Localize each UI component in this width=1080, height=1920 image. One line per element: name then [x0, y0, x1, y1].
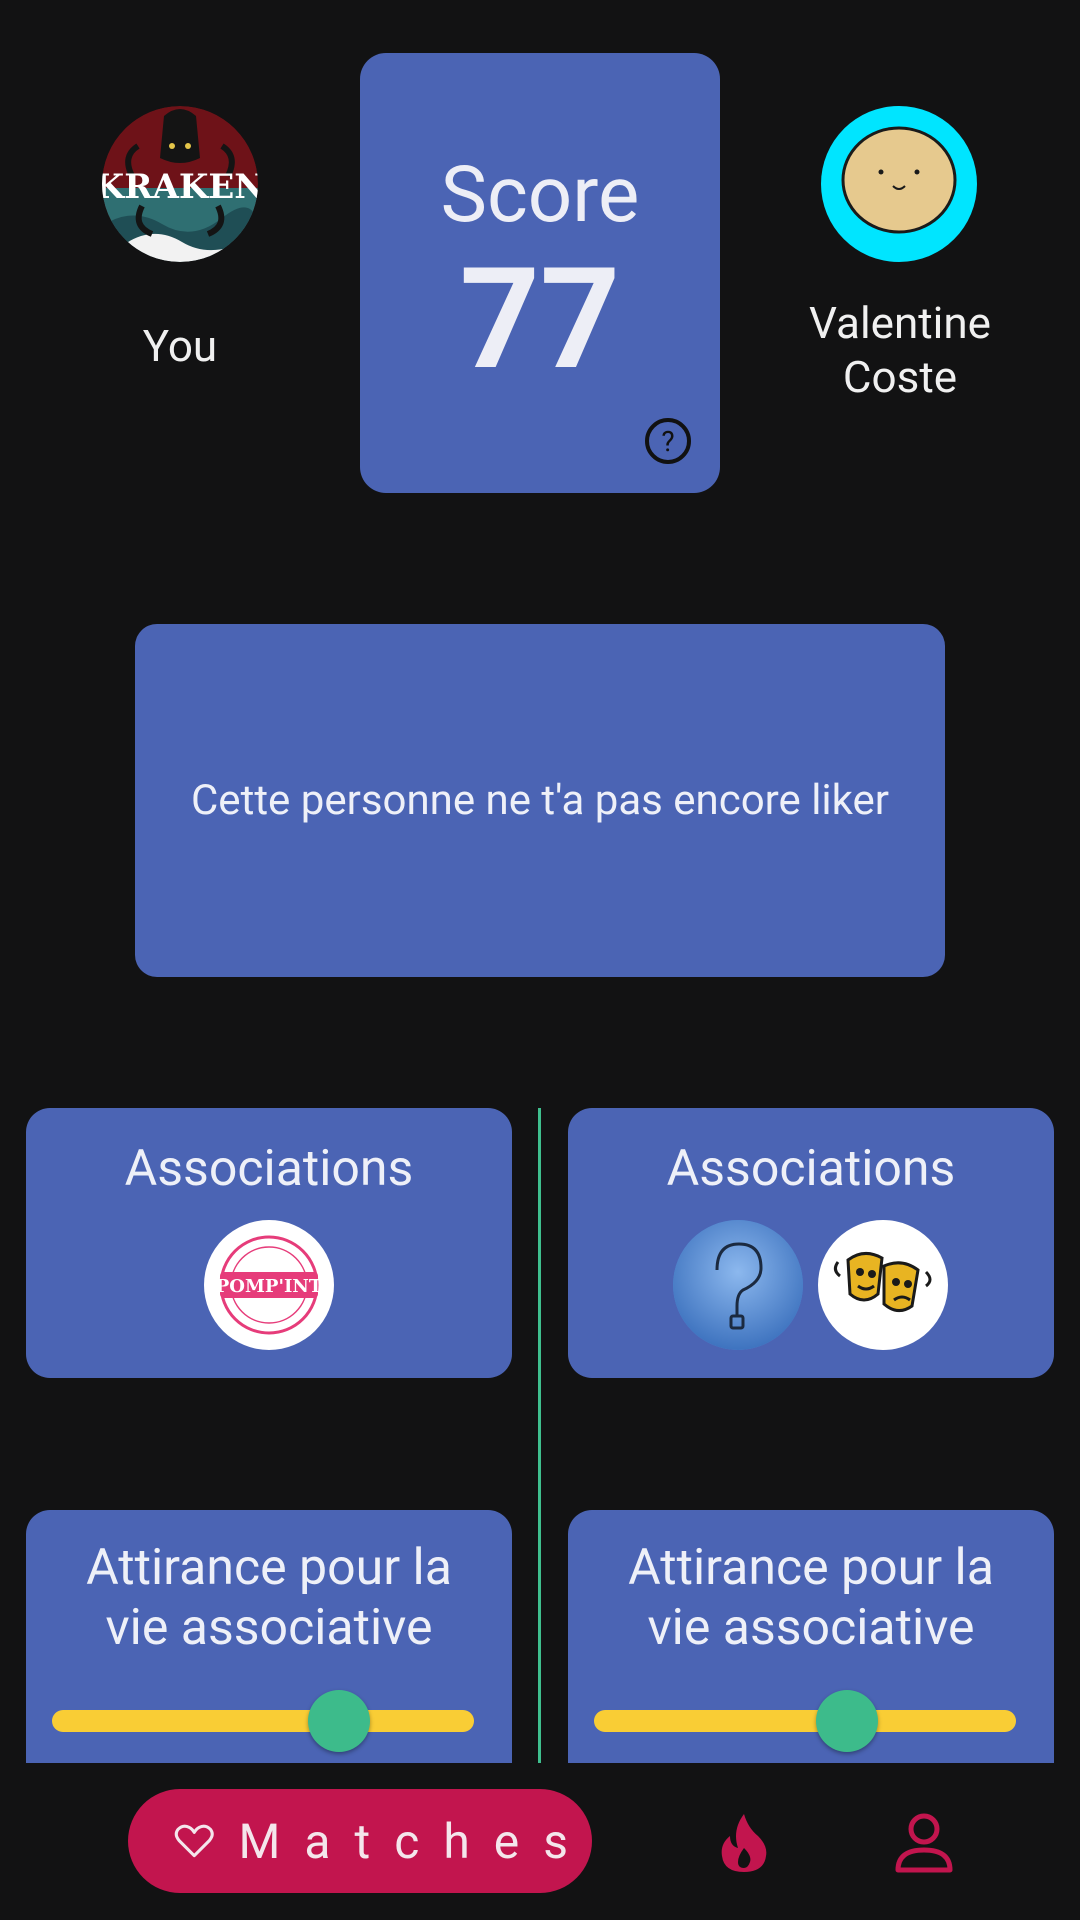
left-attraction-slider-track[interactable]	[52, 1710, 474, 1732]
right-associations-card: Associations	[568, 1108, 1054, 1378]
score-card: Score 77 ?	[360, 53, 720, 493]
right-attraction-title: Attirance pour la vie associative	[568, 1538, 1054, 1658]
matches-label: Matches	[238, 1812, 592, 1870]
heart-icon	[174, 1824, 214, 1858]
comparison-divider	[538, 1108, 541, 1763]
left-attraction-slider-thumb[interactable]	[307, 1690, 370, 1752]
score-title: Score	[440, 150, 640, 241]
left-associations-card: Associations POMP'INT	[26, 1108, 512, 1378]
right-attraction-card: Attirance pour la vie associative	[568, 1510, 1054, 1770]
kraken-logo-text: KRAKEN	[102, 167, 258, 207]
score-value: 77	[459, 238, 621, 402]
you-avatar[interactable]: KRAKEN	[102, 106, 258, 262]
pompint-logo-text: POMP'INT	[216, 1276, 323, 1297]
question-circle-icon[interactable]: ?	[645, 418, 691, 464]
right-attraction-slider-thumb[interactable]	[816, 1690, 879, 1752]
question-mark-logo-icon[interactable]	[673, 1220, 803, 1350]
theatre-masks-logo-icon[interactable]	[818, 1220, 948, 1350]
pompint-logo-icon[interactable]: POMP'INT	[204, 1220, 334, 1350]
match-name: Valentine Coste	[770, 296, 1030, 404]
person-icon[interactable]	[893, 1812, 955, 1874]
match-name-line2: Coste	[842, 351, 958, 403]
left-associations-title: Associations	[124, 1140, 414, 1198]
left-attraction-title-line1: Attirance pour la	[86, 1539, 452, 1597]
match-name-line1: Valentine	[808, 297, 991, 349]
kraken-logo-icon: KRAKEN	[102, 106, 258, 262]
matches-button[interactable]: Matches	[128, 1789, 592, 1893]
like-status-text: Cette personne ne t'a pas encore liker	[190, 776, 890, 825]
left-attraction-title: Attirance pour la vie associative	[26, 1538, 512, 1658]
right-attraction-title-line2: vie associative	[647, 1599, 975, 1657]
like-status-card: Cette personne ne t'a pas encore liker	[135, 624, 945, 977]
help-glyph: ?	[661, 424, 675, 458]
left-attraction-title-line2: vie associative	[105, 1599, 433, 1657]
right-attraction-slider-track[interactable]	[594, 1710, 1016, 1732]
you-label: You	[142, 320, 218, 372]
flame-icon[interactable]	[718, 1812, 770, 1874]
left-attraction-card: Attirance pour la vie associative	[26, 1510, 512, 1770]
right-associations-title: Associations	[666, 1140, 956, 1198]
smiley-face-icon	[841, 126, 957, 234]
right-attraction-title-line1: Attirance pour la	[628, 1539, 994, 1597]
match-avatar[interactable]	[821, 106, 977, 262]
